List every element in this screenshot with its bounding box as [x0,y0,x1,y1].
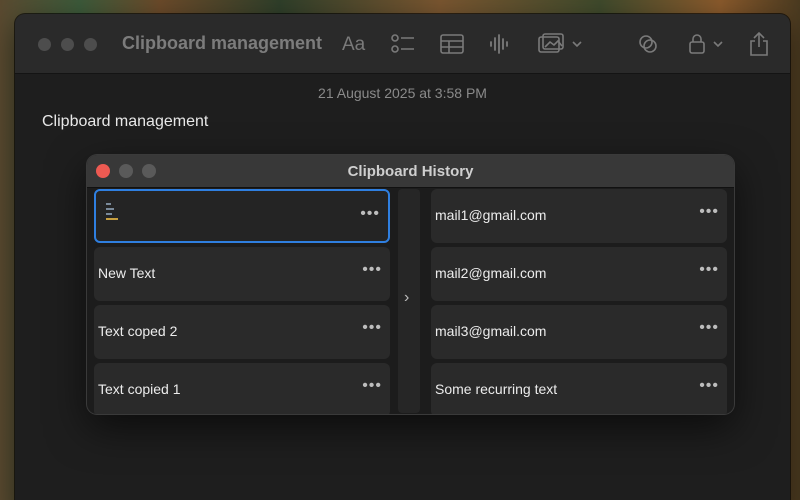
more-options-icon[interactable]: ••• [699,203,719,221]
zoom-window-button[interactable] [84,38,97,51]
clipboard-item[interactable]: Text coped 2 ••• [94,305,390,359]
share-icon[interactable] [748,30,770,58]
clipboard-item-label: Text copied 1 [98,381,181,397]
clipboard-item[interactable]: Text copied 1 ••• [94,363,390,414]
clipboard-item-label: New Text [98,265,156,281]
note-heading[interactable]: Clipboard management [42,113,208,131]
notes-toolbar: Clipboard management Aa [15,14,790,74]
more-options-icon[interactable]: ••• [699,261,719,279]
lock-icon[interactable] [687,30,725,58]
clipboard-item-label: Text coped 2 [98,323,178,339]
chevron-right-icon[interactable]: › [404,289,409,307]
clipboard-titlebar: Clipboard History [87,155,734,188]
clipboard-item[interactable]: mail3@gmail.com ••• [431,305,727,359]
note-date: 21 August 2025 at 3:58 PM [318,85,487,101]
notes-toolbar-title: Clipboard management [122,33,323,53]
more-options-icon[interactable]: ••• [360,205,380,223]
more-options-icon[interactable]: ••• [699,377,719,395]
more-options-icon[interactable]: ••• [362,261,382,279]
clipboard-item-label: Some recurring text [435,381,558,397]
clipboard-item-label: mail2@gmail.com [435,265,547,281]
clipboard-item-label: mail1@gmail.com [435,207,547,223]
clipboard-left-column: ••• New Text ••• Text coped 2 ••• Text c… [94,189,390,414]
table-icon[interactable] [440,30,464,58]
checklist-icon[interactable] [391,30,415,58]
clipboard-title: Clipboard History [347,163,474,180]
clipboard-item[interactable]: Some recurring text ••• [431,363,727,414]
format-text-icon[interactable]: Aa [342,31,365,59]
clipboard-history-window: Clipboard History ••• New Text ••• Text … [87,155,734,414]
clipboard-item-image[interactable]: ••• [94,189,390,243]
media-icon[interactable] [538,30,584,58]
clipboard-item[interactable]: New Text ••• [94,247,390,301]
more-options-icon[interactable]: ••• [699,319,719,337]
close-window-button[interactable] [38,38,51,51]
clipboard-item[interactable]: mail1@gmail.com ••• [431,189,727,243]
clipboard-item[interactable]: mail2@gmail.com ••• [431,247,727,301]
more-options-icon[interactable]: ••• [362,377,382,395]
clipboard-right-column: mail1@gmail.com ••• mail2@gmail.com ••• … [431,189,727,414]
image-thumbnail [106,203,120,229]
audio-waveform-icon[interactable] [489,30,511,58]
minimize-window-button[interactable] [61,38,74,51]
clipboard-item-label: mail3@gmail.com [435,323,547,339]
collaborate-icon[interactable] [637,30,661,58]
more-options-icon[interactable]: ••• [362,319,382,337]
